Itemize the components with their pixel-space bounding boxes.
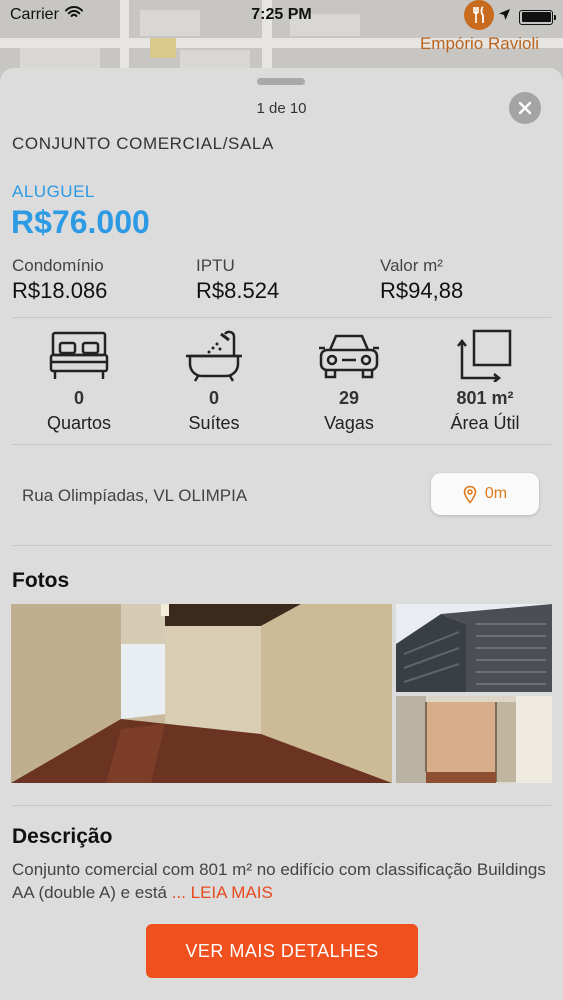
photos-title: Fotos <box>12 569 70 592</box>
more-details-button[interactable]: VER MAIS DETALHES <box>146 924 418 978</box>
cost-label: Valor m² <box>380 256 443 275</box>
feature-value: 0 <box>73 388 84 408</box>
distance-button[interactable]: 0m <box>431 473 539 515</box>
address: Rua Olimpíadas, VL OLIMPIA <box>22 486 248 505</box>
cost-label: IPTU <box>196 256 235 275</box>
cost-value: R$94,88 <box>380 278 464 303</box>
costs-row: Condomínio R$18.086 IPTU R$8.524 Valor m… <box>12 256 552 304</box>
photo-main[interactable] <box>11 604 392 783</box>
feature-value: 0 <box>208 388 219 408</box>
feature-area: 801 m² Área Útil <box>420 326 550 434</box>
battery-icon <box>519 9 556 25</box>
divider <box>12 805 551 806</box>
photo-entrance[interactable] <box>396 696 552 783</box>
price: R$76.000 <box>11 204 150 240</box>
distance-label: 0m <box>484 485 508 502</box>
pager-indicator: 1 de 10 <box>256 100 307 117</box>
cost-value: R$8.524 <box>196 278 280 303</box>
photo-building[interactable] <box>396 604 552 692</box>
read-more-link[interactable]: ... LEIA MAIS <box>172 883 273 902</box>
cost-label: Condomínio <box>12 256 104 275</box>
cost-valor-m2: Valor m² R$94,88 <box>380 256 463 304</box>
description-body: Conjunto comercial com 801 m² no edifíci… <box>12 860 546 902</box>
property-type: CONJUNTO COMERCIAL/SALA <box>12 134 274 153</box>
photo-gallery <box>11 604 552 783</box>
feature-quartos: 0 Quartos <box>14 326 144 434</box>
divider <box>12 444 551 445</box>
feature-label: Suítes <box>188 413 240 433</box>
location-arrow-icon <box>498 8 511 26</box>
area-icon <box>420 326 550 382</box>
poi-label: Empório Ravioli <box>419 34 539 53</box>
feature-label: Vagas <box>324 413 374 433</box>
car-icon <box>284 326 414 382</box>
feature-label: Quartos <box>46 413 112 433</box>
description-text: Conjunto comercial com 801 m² no edifíci… <box>12 858 557 904</box>
feature-value: 29 <box>338 388 360 408</box>
feature-vagas: 29 Vagas <box>284 326 414 434</box>
cost-value: R$18.086 <box>12 278 108 303</box>
feature-suites: 0 Suítes <box>149 326 279 434</box>
sheet-grabber[interactable] <box>257 78 305 85</box>
bathtub-icon <box>149 326 279 382</box>
status-bar: Carrier 7:25 PM <box>0 0 563 30</box>
property-sheet: 1 de 10 CONJUNTO COMERCIAL/SALA ALUGUEL … <box>0 68 563 1000</box>
operation-label: ALUGUEL <box>12 182 95 201</box>
cost-condominio: Condomínio R$18.086 <box>12 256 107 304</box>
divider <box>12 545 551 546</box>
features-row: 0 Quartos 0 Suítes 29 Vagas 801 m² Área … <box>0 326 563 436</box>
cost-iptu: IPTU R$8.524 <box>196 256 279 304</box>
feature-value: 801 m² <box>456 388 514 408</box>
status-time: 7:25 PM <box>251 6 312 23</box>
divider <box>12 317 551 318</box>
bed-icon <box>14 326 144 382</box>
close-icon <box>518 101 532 115</box>
description-title: Descrição <box>12 825 113 848</box>
close-button[interactable] <box>509 92 541 124</box>
feature-label: Área Útil <box>450 413 520 433</box>
map-pin-icon <box>463 485 477 504</box>
